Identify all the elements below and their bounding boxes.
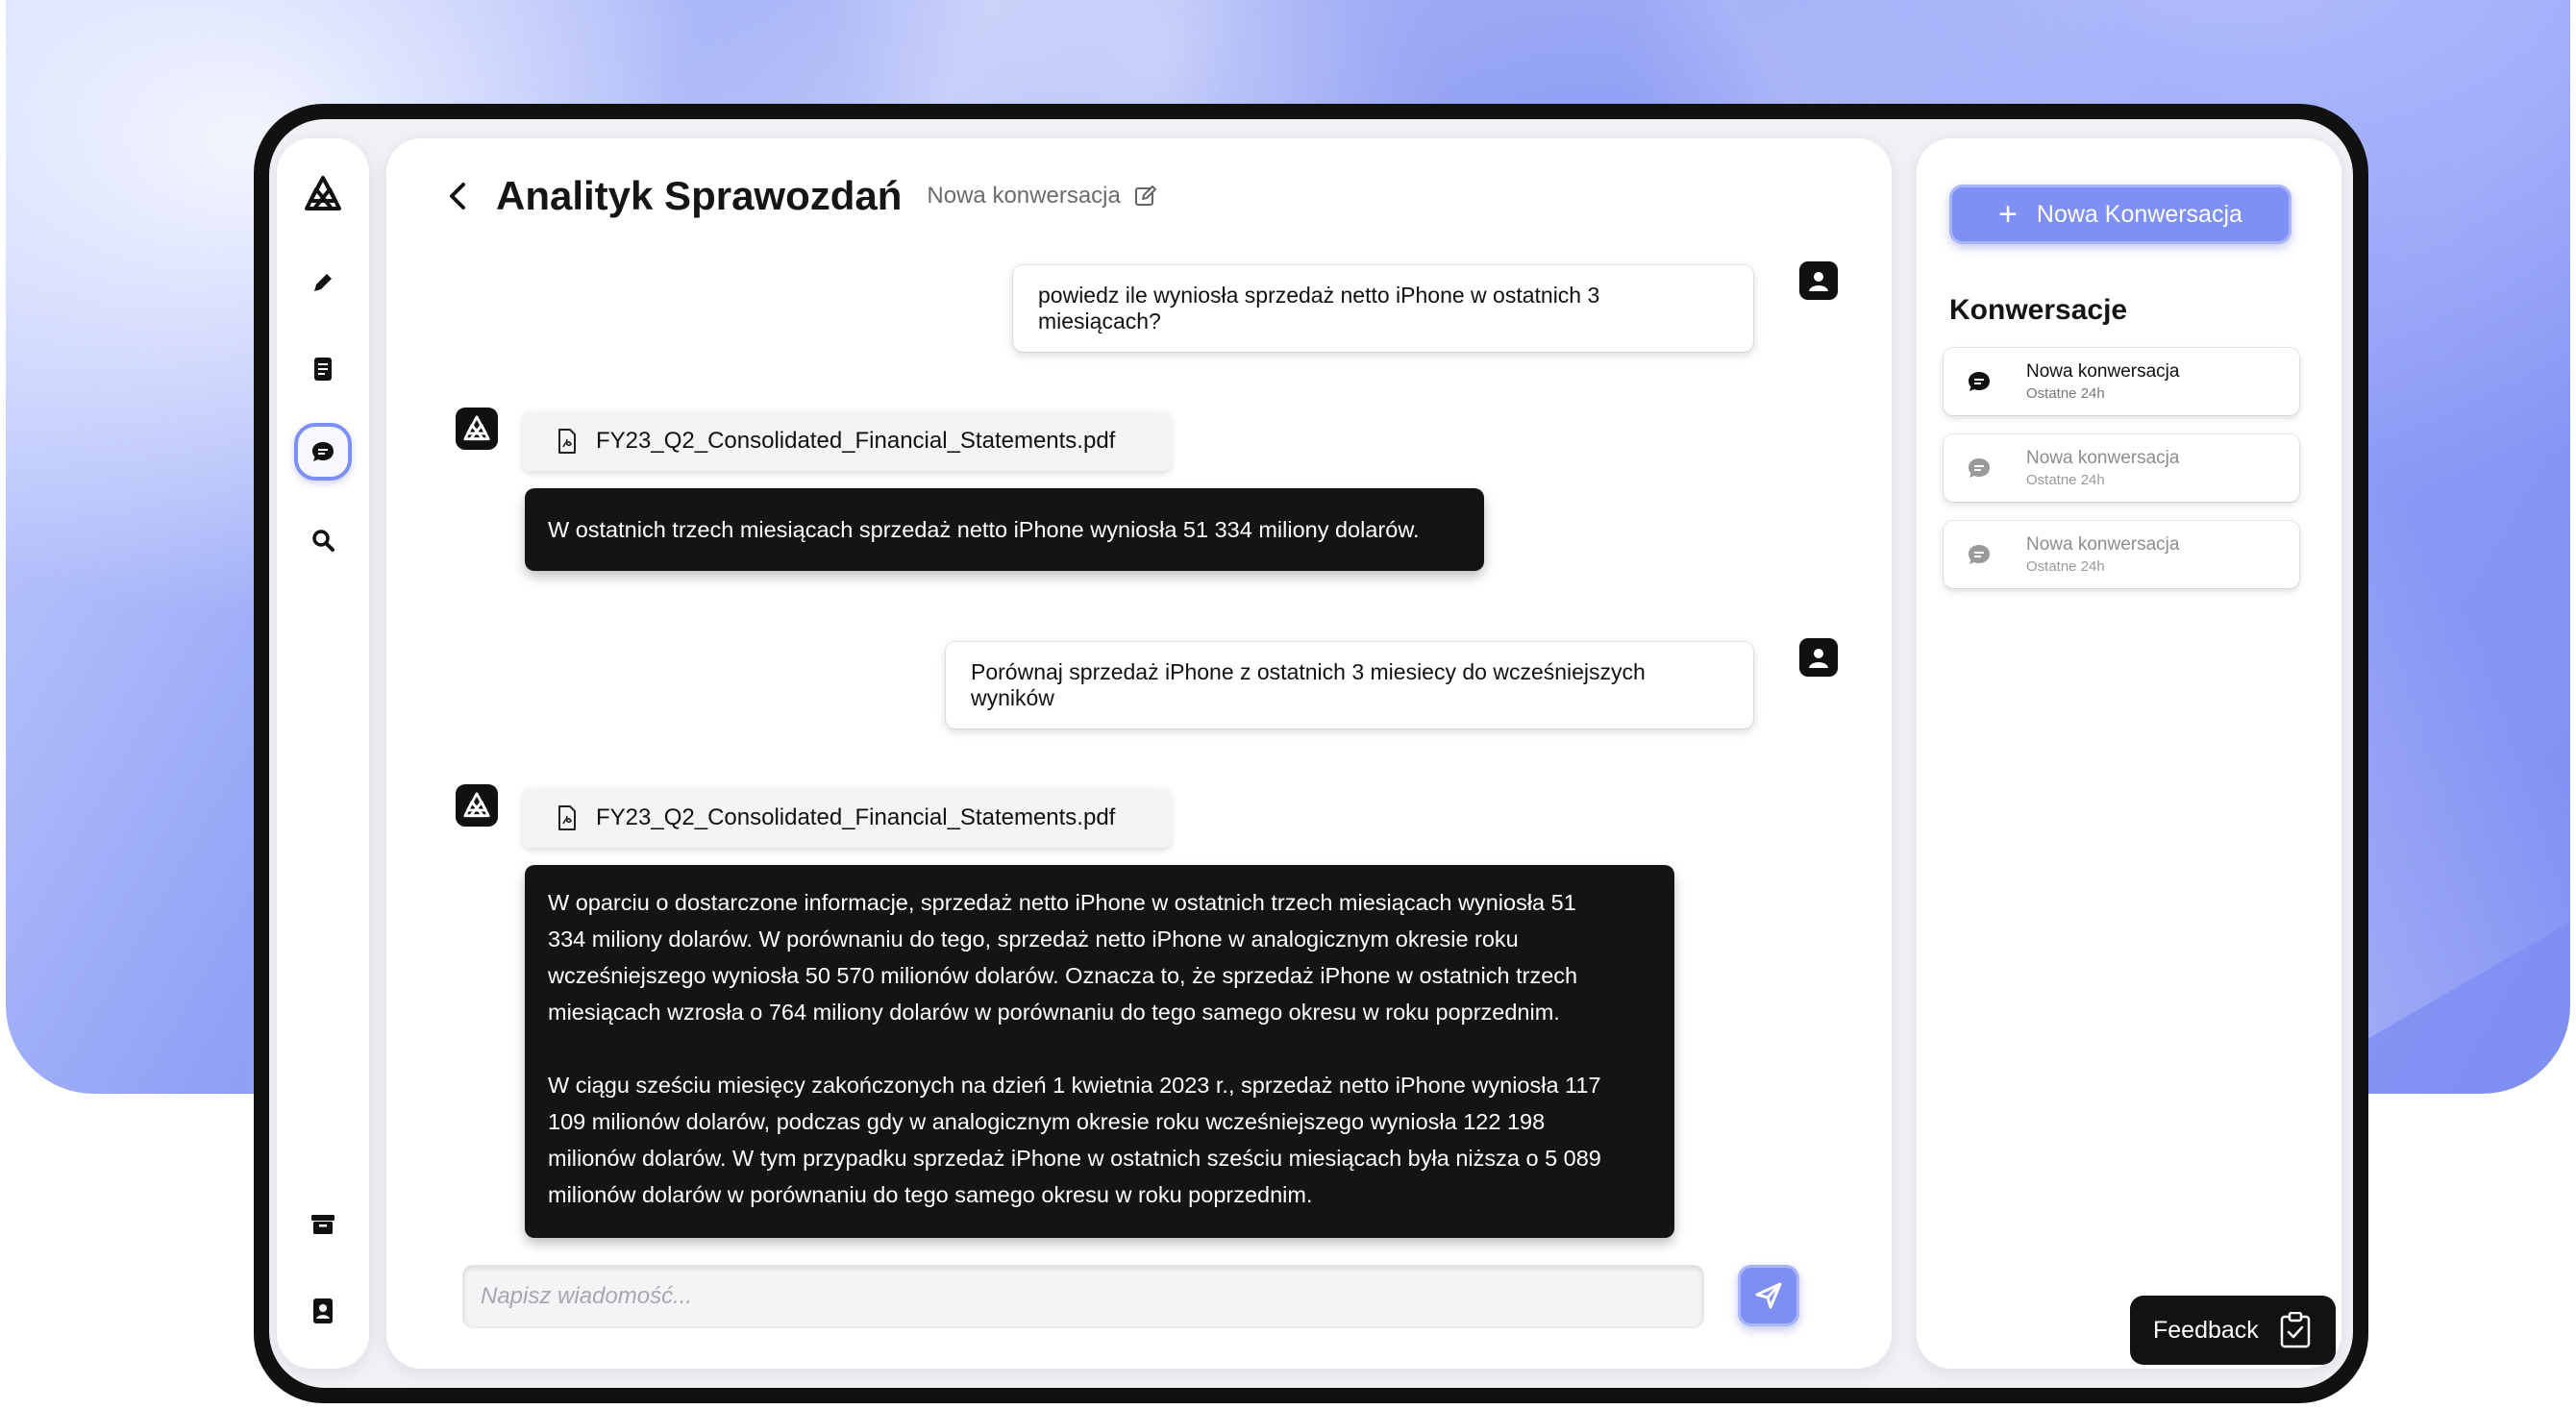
file-attachment[interactable]: FY23_Q2_Consolidated_Financial_Statement… bbox=[523, 411, 1171, 471]
user-icon bbox=[1809, 649, 1828, 668]
bot-message-line: W oparciu o dostarczone informacje, sprz… bbox=[548, 890, 1576, 915]
plus-icon: + bbox=[1998, 196, 2018, 233]
page-title: Analityk Sprawozdań bbox=[496, 173, 903, 218]
bot-message-line: milionów dolarów w porównaniu do tego sa… bbox=[548, 1182, 1313, 1207]
logo-icon bbox=[463, 415, 490, 441]
user-icon bbox=[1809, 272, 1828, 291]
bot-avatar bbox=[456, 784, 498, 827]
chat-bubble-icon[interactable] bbox=[294, 423, 352, 481]
bot-message: W oparciu o dostarczone informacje, sprz… bbox=[525, 865, 1674, 1238]
file-name: FY23_Q2_Consolidated_Financial_Statement… bbox=[596, 428, 1116, 454]
bot-message-line: 334 miliony dolarów. W porównaniu do teg… bbox=[548, 927, 1519, 952]
section-title: Konwersacje bbox=[1949, 294, 2128, 326]
conversation-title: Nowa konwersacja bbox=[2026, 534, 2180, 555]
bot-message-line: 109 milionów dolarów, podczas gdy w anal… bbox=[548, 1109, 1546, 1134]
user-avatar bbox=[1799, 261, 1838, 300]
feedback-label: Feedback bbox=[2153, 1316, 2259, 1344]
pdf-icon bbox=[558, 805, 576, 830]
new-conversation-label: Nowa Konwersacja bbox=[2036, 200, 2242, 228]
send-button[interactable] bbox=[1738, 1265, 1799, 1326]
user-message: Porównaj sprzedaż iPhone z ostatnich 3 m… bbox=[946, 642, 1753, 729]
pdf-icon bbox=[558, 429, 576, 454]
file-name: FY23_Q2_Consolidated_Financial_Statement… bbox=[596, 804, 1116, 830]
user-message-text: Porównaj sprzedaż iPhone z ostatnich 3 m… bbox=[971, 659, 1646, 710]
pencil-icon[interactable] bbox=[294, 254, 352, 311]
user-message-text: powiedz ile wyniosła sprzedaż netto iPho… bbox=[1038, 283, 1600, 334]
logo-icon bbox=[463, 792, 490, 818]
bot-message-line: milionów dolarów. W tym przypadku sprzed… bbox=[548, 1146, 1601, 1171]
chat-bubble-icon bbox=[1969, 458, 1990, 478]
conversation-item[interactable]: Nowa konwersacja Ostatne 24h bbox=[1944, 521, 2299, 588]
bot-message-line: wcześniejszego wyniosła 50 570 milionów … bbox=[548, 963, 1578, 988]
new-conversation-button[interactable]: + Nowa Konwersacja bbox=[1949, 185, 2291, 244]
bot-message-spacer bbox=[548, 1030, 1651, 1067]
archive-icon[interactable] bbox=[294, 1196, 352, 1253]
chat-panel: Analityk Sprawozdań Nowa konwersacja pow… bbox=[386, 138, 1892, 1369]
input-placeholder: Napisz wiadomość... bbox=[481, 1283, 693, 1309]
conversation-time: Ostatne 24h bbox=[2026, 385, 2105, 402]
bot-avatar bbox=[456, 408, 498, 450]
message-input[interactable]: Napisz wiadomość... bbox=[463, 1266, 1703, 1327]
search-icon[interactable] bbox=[294, 511, 352, 569]
conversations-panel: + Nowa Konwersacja Konwersacje Nowa konw… bbox=[1917, 138, 2341, 1369]
feedback-button[interactable]: Feedback bbox=[2130, 1296, 2336, 1365]
conversation-time: Ostatne 24h bbox=[2026, 472, 2105, 488]
app-screen: Analityk Sprawozdań Nowa konwersacja pow… bbox=[269, 119, 2353, 1388]
chevron-left-icon bbox=[450, 183, 465, 210]
contacts-icon[interactable] bbox=[294, 1282, 352, 1340]
edit-icon[interactable] bbox=[1134, 184, 1159, 209]
conversation-item[interactable]: Nowa konwersacja Ostatne 24h bbox=[1944, 434, 2299, 502]
conversation-name: Nowa konwersacja bbox=[927, 183, 1121, 209]
user-avatar bbox=[1799, 638, 1838, 677]
chat-header: Analityk Sprawozdań Nowa konwersacja bbox=[438, 167, 1159, 225]
file-attachment[interactable]: FY23_Q2_Consolidated_Financial_Statement… bbox=[523, 788, 1171, 848]
conversation-title: Nowa konwersacja bbox=[2026, 448, 2180, 468]
bot-message-line: miesiącach wzrosła o 764 miliony dolarów… bbox=[548, 1000, 1560, 1025]
bot-message-text: W ostatnich trzech miesiącach sprzedaż n… bbox=[548, 517, 1420, 542]
back-button[interactable] bbox=[438, 177, 477, 215]
bot-message: W ostatnich trzech miesiącach sprzedaż n… bbox=[525, 488, 1484, 571]
icon-sidebar bbox=[277, 138, 369, 1369]
conversation-title: Nowa konwersacja bbox=[2026, 361, 2180, 382]
clipboard-check-icon bbox=[2280, 1312, 2311, 1348]
chat-bubble-icon bbox=[1969, 372, 1990, 391]
send-icon bbox=[1755, 1282, 1782, 1309]
conversation-time: Ostatne 24h bbox=[2026, 558, 2105, 575]
user-message: powiedz ile wyniosła sprzedaż netto iPho… bbox=[1013, 265, 1753, 352]
bot-message-line: W ciągu sześciu miesięcy zakończonych na… bbox=[548, 1073, 1601, 1098]
conversation-item[interactable]: Nowa konwersacja Ostatne 24h bbox=[1944, 348, 2299, 415]
logo-icon[interactable] bbox=[294, 165, 352, 223]
chat-bubble-icon bbox=[1969, 545, 1990, 564]
document-icon[interactable] bbox=[294, 340, 352, 398]
